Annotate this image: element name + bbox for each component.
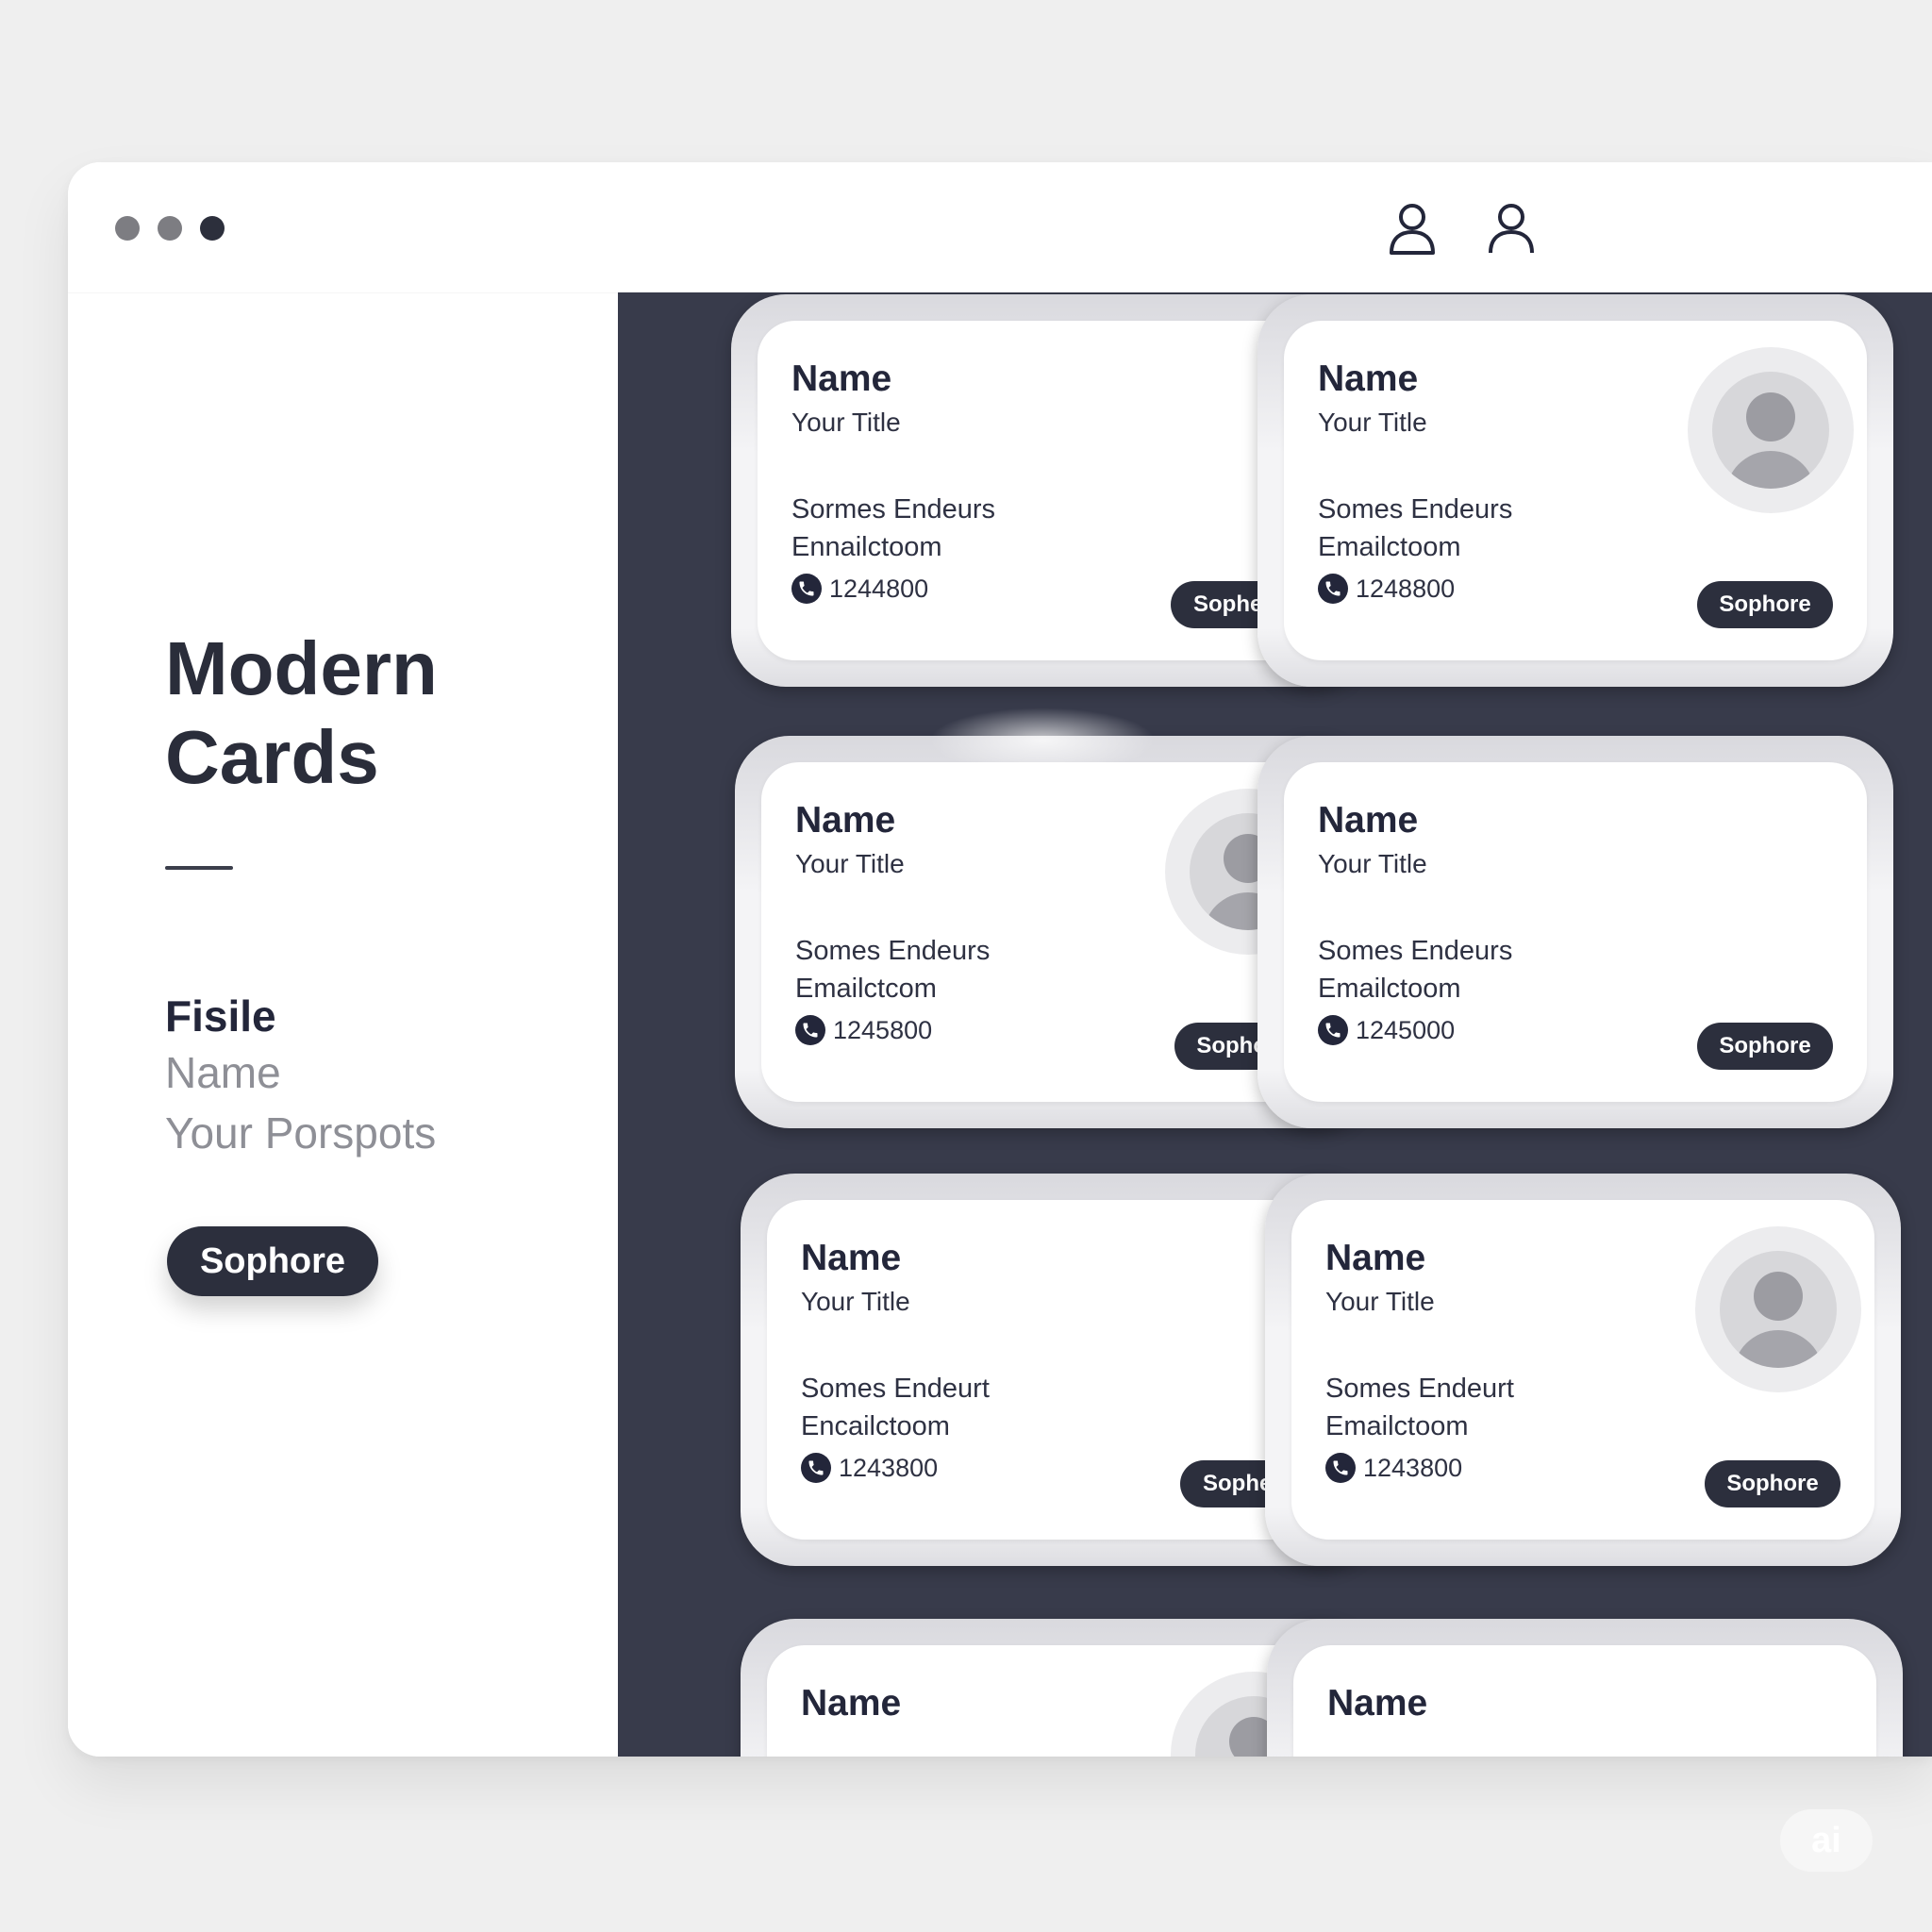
contact-phone: 1244800 (791, 574, 928, 604)
contact-email: Ennailctoom (791, 532, 942, 562)
contact-phone-number: 1245000 (1356, 1015, 1456, 1044)
page-title: Modern Cards (165, 625, 561, 802)
contact-card-button[interactable]: Sophore (1697, 1023, 1833, 1070)
avatar-icon (1695, 1226, 1861, 1392)
sidebar-line-name: Name (165, 1048, 281, 1097)
contact-phone-number: 1248800 (1356, 574, 1456, 603)
contact-card[interactable]: Name Your Title Somes Endeurt Emailctoom 124… (1265, 1174, 1901, 1566)
avatar-icon (1688, 347, 1854, 513)
page-title-line-1: Modern (165, 626, 438, 710)
contact-card[interactable]: Name (1267, 1619, 1903, 1757)
contact-phone-number: 1245800 (833, 1015, 933, 1044)
sidebar-line-subtitle: Your Porspots (165, 1108, 437, 1158)
contact-card[interactable]: Name Your Title Somes Endeurs Emailctoom 124… (1257, 736, 1893, 1128)
contact-address: Sormes Endeurs (791, 494, 995, 525)
contact-card-body: Name (767, 1645, 1350, 1757)
contact-email: Emailctoom (1325, 1411, 1469, 1441)
contact-email: Emailctoom (1318, 974, 1461, 1004)
contact-email: Encailctoom (801, 1411, 950, 1441)
contact-email: Emailctoom (1318, 532, 1461, 562)
phone-icon (1325, 1453, 1356, 1483)
contact-title: Your Title (801, 1287, 910, 1316)
contact-address: Somes Endeurt (1325, 1374, 1514, 1404)
contact-name: Name (1318, 358, 1419, 399)
contact-address: Somes Endeurs (1318, 936, 1513, 966)
divider (165, 866, 233, 870)
window-dot-3[interactable] (200, 216, 225, 241)
contact-card-body: Name Your Title Somes Endeurs Emailctoom 124… (1284, 762, 1867, 1102)
contact-phone: 1248800 (1318, 574, 1455, 604)
contact-phone-number: 1244800 (829, 574, 929, 603)
contact-name: Name (795, 800, 896, 841)
contact-card-body: Name Your Title Somes Endeurt Encailctoom 12… (767, 1200, 1350, 1540)
contact-card-body: Name Your Title Somes Endeurt Emailctoom 124… (1291, 1200, 1874, 1540)
phone-icon (1318, 574, 1348, 604)
title-bar (68, 162, 1932, 292)
sidebar-action-button[interactable]: Sophore (167, 1226, 378, 1296)
window-dot-2[interactable] (158, 216, 182, 241)
window-controls (115, 216, 225, 241)
contact-title: Your Title (795, 849, 905, 878)
contact-name: Name (1325, 1238, 1426, 1278)
contact-card[interactable]: Name Your Title Somes Endeurs Emailctoom 124… (1257, 294, 1893, 687)
contact-email: Emailctcom (795, 974, 937, 1004)
contact-phone-number: 1243800 (1363, 1453, 1463, 1482)
contact-title: Your Title (1318, 849, 1427, 878)
contact-name: Name (1318, 800, 1419, 841)
contact-card-body: Name (1293, 1645, 1876, 1757)
contact-address: Somes Endeurs (795, 936, 991, 966)
phone-icon (791, 574, 822, 604)
contact-phone: 1245800 (795, 1015, 932, 1045)
user-icon[interactable] (1483, 200, 1540, 257)
sidebar: Modern Cards Fisile Name Your Porspots S… (68, 292, 618, 1757)
page-title-line-2: Cards (165, 715, 379, 799)
ai-watermark-badge: ai (1780, 1809, 1873, 1872)
contact-card-button[interactable]: Sophore (1705, 1460, 1840, 1507)
highlight-glow (929, 708, 1156, 774)
contact-card-body: Name Your Title Sormes Endeurs Ennailctoom 1… (758, 321, 1341, 660)
contact-title: Your Title (1325, 1287, 1435, 1316)
contact-title: Your Title (1318, 408, 1427, 437)
contact-address: Somes Endeurs (1318, 494, 1513, 525)
contact-name: Name (801, 1238, 902, 1278)
phone-icon (801, 1453, 831, 1483)
window-dot-1[interactable] (115, 216, 140, 241)
contact-name: Name (801, 1683, 902, 1724)
phone-icon (1318, 1015, 1348, 1045)
card-grid: Name Your Title Sormes Endeurs Ennailctoom 1… (618, 292, 1932, 1757)
contact-phone: 1243800 (801, 1453, 938, 1483)
contact-name: Name (1327, 1683, 1428, 1724)
contact-address: Somes Endeurt (801, 1374, 990, 1404)
contact-phone: 1243800 (1325, 1453, 1462, 1483)
sidebar-heading: Fisile (165, 991, 276, 1041)
user-icon[interactable] (1384, 200, 1441, 257)
contact-card-body: Name Your Title Somes Endeurs Emailctoom 124… (1284, 321, 1867, 660)
app-window: Modern Cards Fisile Name Your Porspots S… (68, 162, 1932, 1757)
contact-phone-number: 1243800 (839, 1453, 939, 1482)
contact-title: Your Title (791, 408, 901, 437)
phone-icon (795, 1015, 825, 1045)
contact-card-button[interactable]: Sophore (1697, 581, 1833, 628)
contact-phone: 1245000 (1318, 1015, 1455, 1045)
contact-name: Name (791, 358, 892, 399)
